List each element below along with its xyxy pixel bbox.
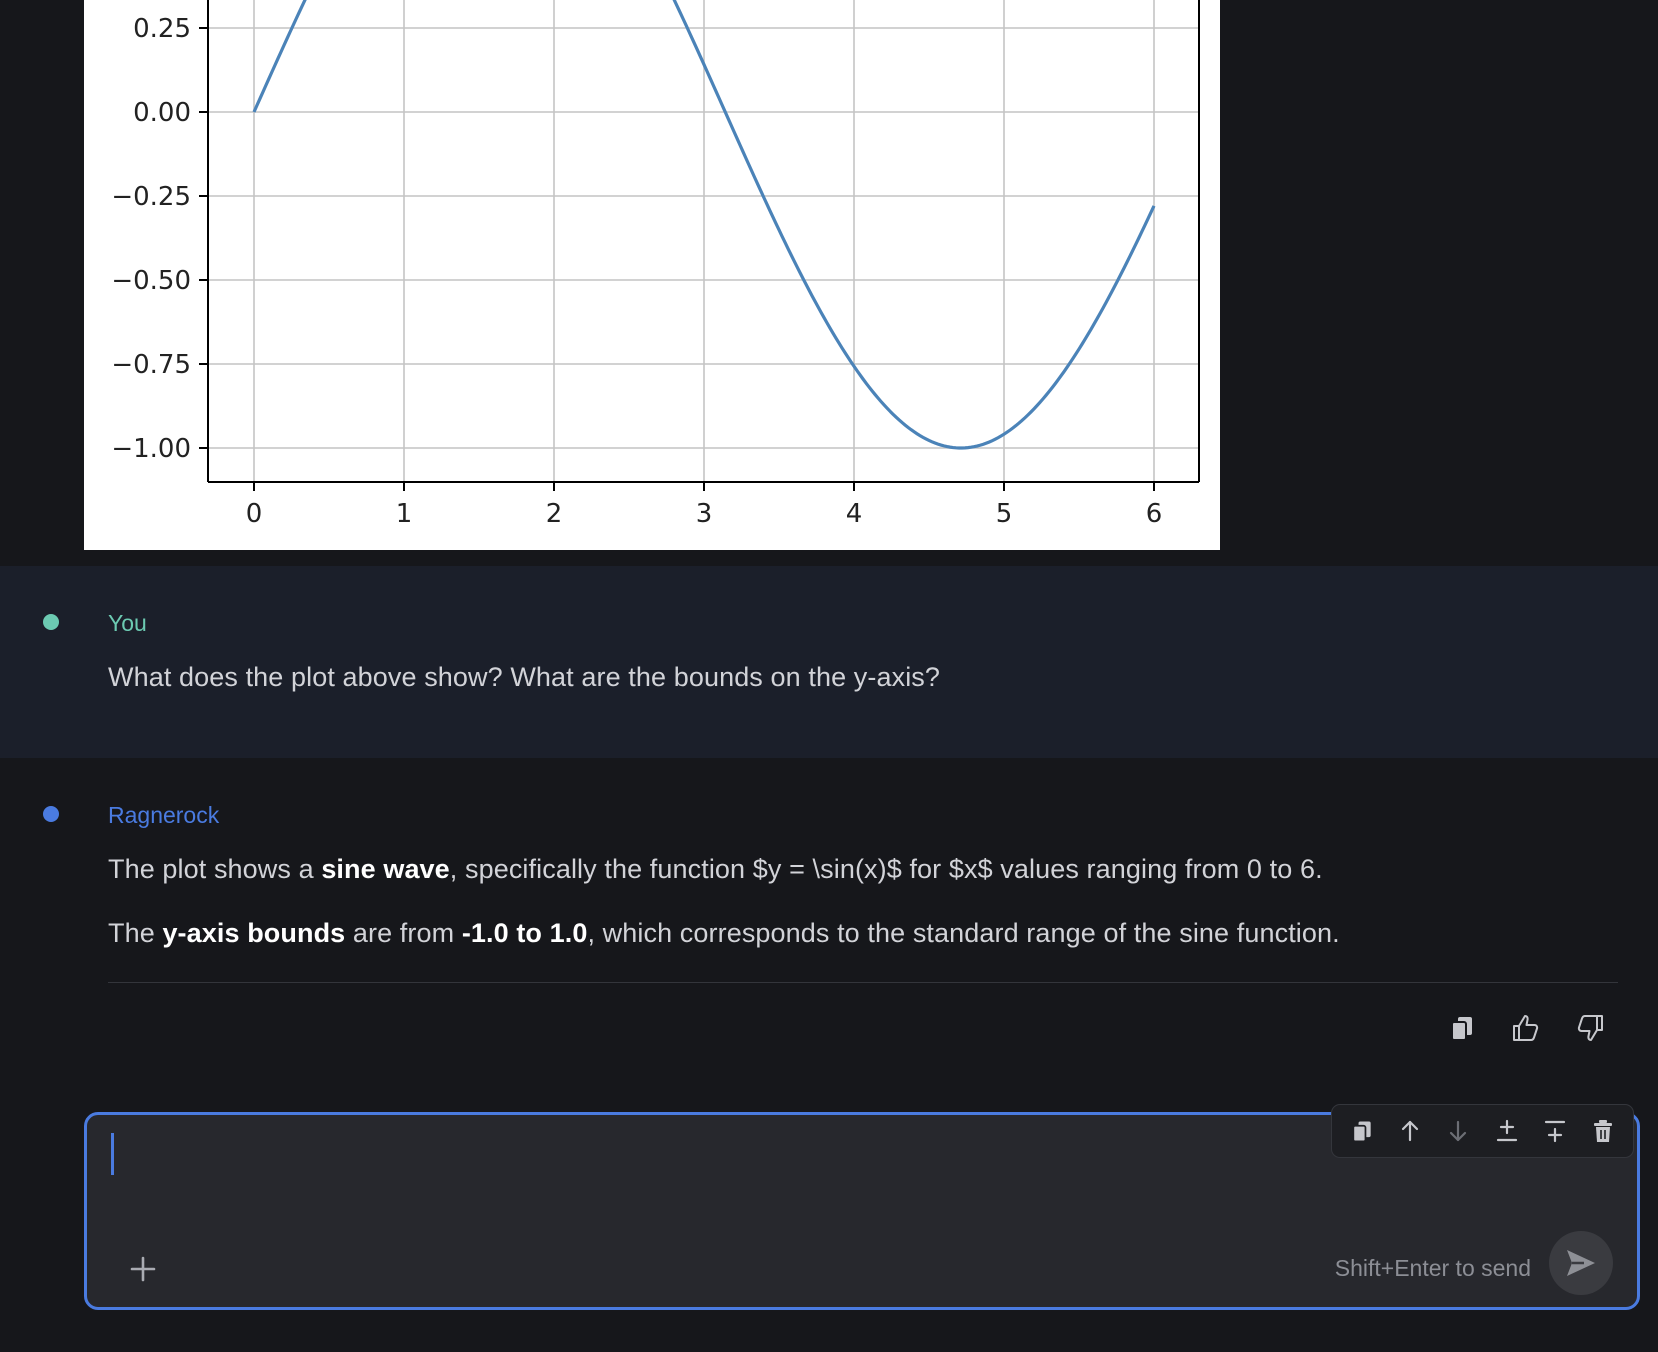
x-tick-label: 0: [246, 499, 263, 529]
x-tick-label: 2: [546, 499, 563, 529]
y-tick-label: −0.25: [111, 182, 191, 212]
delete-cell-button[interactable]: [1583, 1111, 1623, 1151]
assistant-author-name: Ragnerock: [108, 802, 220, 828]
user-status-dot: [43, 614, 59, 630]
copy-message-button[interactable]: [1444, 1010, 1480, 1046]
copy-icon: [1352, 1121, 1371, 1143]
text-span: , which corresponds to the standard rang…: [587, 918, 1340, 948]
text-span: , specifically the function $y = \sin(x)…: [449, 854, 1323, 884]
thumbs-down-icon: [1577, 1015, 1603, 1041]
text-span: The: [108, 918, 163, 948]
trash-icon: [1593, 1120, 1612, 1142]
cell-toolbar: [1331, 1104, 1634, 1158]
dislike-button[interactable]: [1572, 1010, 1608, 1046]
x-tick-label: 5: [996, 499, 1013, 529]
insert-above-button[interactable]: [1535, 1111, 1575, 1151]
assistant-status-dot: [43, 806, 59, 822]
y-tick-label: −1.00: [111, 434, 191, 464]
copy-cell-button[interactable]: [1342, 1111, 1382, 1151]
bold-span: y-axis bounds: [162, 918, 346, 948]
message-input[interactable]: [107, 1127, 1411, 1251]
x-tick-label: 6: [1146, 499, 1163, 529]
plus-icon: [130, 1256, 156, 1282]
move-down-button[interactable]: [1438, 1111, 1478, 1151]
user-message: You What does the plot above show? What …: [0, 566, 1658, 758]
assistant-paragraph-2: The y-axis bounds are from -1.0 to 1.0, …: [108, 918, 1340, 949]
arrow-down-icon: [1450, 1120, 1467, 1142]
move-up-button[interactable]: [1390, 1111, 1430, 1151]
text-span: The plot shows a: [108, 854, 322, 884]
user-message-text: What does the plot above show? What are …: [108, 662, 941, 692]
bold-span: -1.0 to 1.0: [461, 918, 588, 948]
plot-output: 0 1 2 3 4 5 6 0.25 0.00 −0.25 −0.50 −0.75 −1.00: [84, 0, 1220, 550]
send-icon: [1567, 1250, 1595, 1276]
insert-below-icon: [1496, 1119, 1517, 1142]
like-button[interactable]: [1508, 1010, 1544, 1046]
sine-plot: 0 1 2 3 4 5 6 0.25 0.00 −0.25 −0.50 −0.75 −1.00: [111, 0, 1200, 529]
insert-above-icon: [1544, 1120, 1565, 1143]
x-tick-label: 4: [846, 499, 863, 529]
add-attachment-button[interactable]: [123, 1249, 163, 1289]
bold-span: sine wave: [321, 854, 450, 884]
user-author-name: You: [108, 610, 147, 636]
y-tick-label: 0.00: [133, 98, 191, 128]
send-hint: Shift+Enter to send: [1334, 1255, 1531, 1281]
arrow-up-icon: [1402, 1120, 1419, 1142]
y-tick-label: −0.50: [111, 266, 191, 296]
x-tick-label: 1: [396, 499, 413, 529]
message-divider: [108, 982, 1618, 983]
assistant-paragraph-1: The plot shows a sine wave, specifically…: [108, 854, 1323, 885]
insert-below-button[interactable]: [1487, 1111, 1527, 1151]
y-tick-label: −0.75: [111, 350, 191, 380]
copy-icon: [1451, 1017, 1472, 1041]
text-span: are from: [345, 918, 462, 948]
x-tick-label: 3: [696, 499, 713, 529]
thumbs-up-icon: [1513, 1015, 1539, 1041]
assistant-message: Ragnerock The plot shows a sine wave, sp…: [0, 758, 1658, 1058]
y-tick-label: 0.25: [133, 14, 191, 44]
send-button[interactable]: [1549, 1231, 1613, 1295]
